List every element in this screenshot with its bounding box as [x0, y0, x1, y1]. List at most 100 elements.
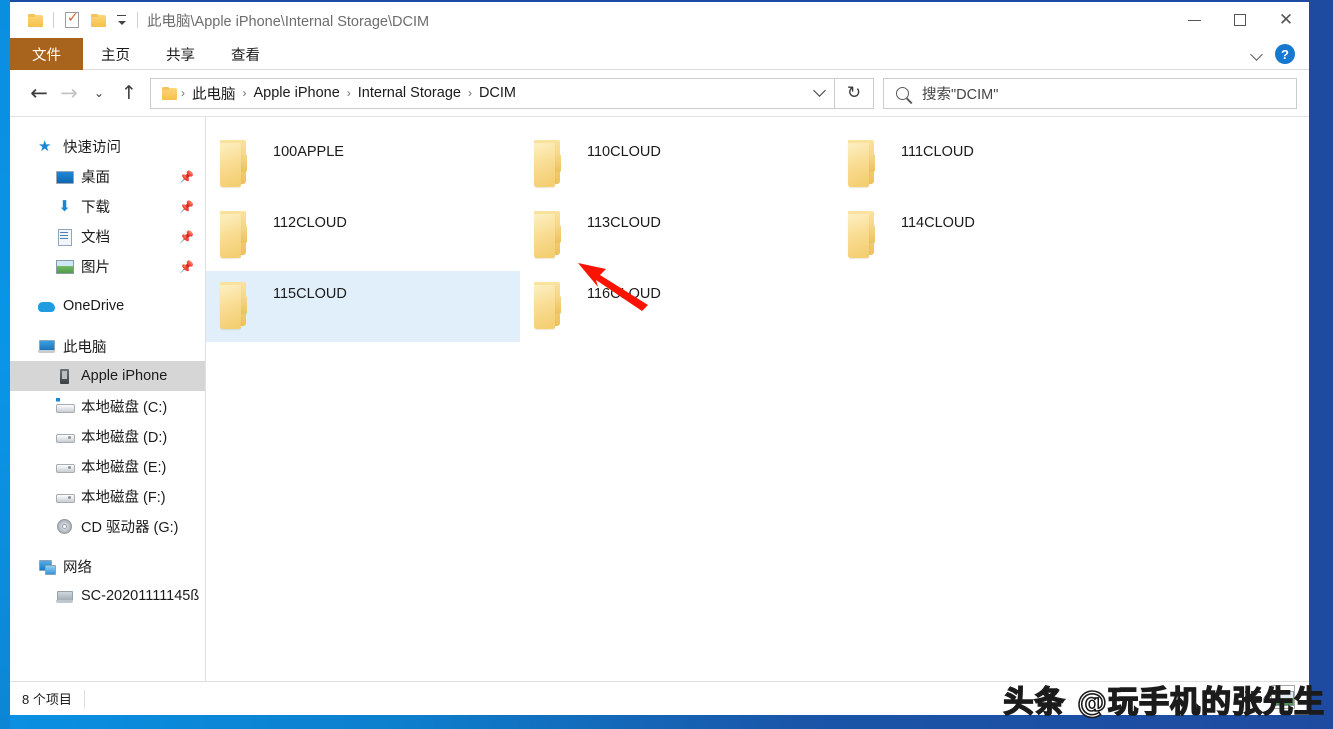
folder-icon [159, 78, 179, 108]
folder-icon [215, 137, 251, 189]
folder-item-113cloud[interactable]: 113CLOUD [520, 200, 834, 271]
folder-row: 115CLOUD 116CLOUD [206, 271, 1309, 342]
breadcrumb-item-internal-storage[interactable]: Internal Storage [353, 85, 466, 101]
sidebar-item-local-disk-f[interactable]: 本地磁盘 (F:) [10, 481, 205, 511]
desktop-right-edge [1309, 0, 1333, 729]
pin-icon[interactable]: 📌 [179, 260, 194, 274]
breadcrumb-separator: › [181, 86, 185, 100]
new-folder-icon[interactable] [85, 5, 111, 35]
title-bar: 此电脑\Apple iPhone\Internal Storage\DCIM ✕ [10, 2, 1309, 38]
desktop-icon [56, 168, 74, 185]
sidebar-item-label: CD 驱动器 (G:) [81, 519, 179, 536]
cd-drive-icon [56, 518, 73, 535]
help-icon[interactable]: ? [1275, 44, 1295, 64]
ribbon-tabs: 文件 主页 共享 查看 ? [10, 38, 1309, 70]
folder-icon [843, 208, 879, 260]
close-button[interactable]: ✕ [1263, 2, 1309, 38]
folder-name: 100APPLE [273, 144, 344, 160]
back-button[interactable]: ← [24, 78, 54, 108]
this-pc-icon [38, 338, 55, 355]
folder-item-116cloud[interactable]: 116CLOUD [520, 271, 834, 342]
file-list-pane[interactable]: 100APPLE 110CLOUD 111CLOUD 112CLOUD 113C… [206, 117, 1309, 681]
pictures-icon [56, 258, 74, 275]
desktop-left-edge [0, 0, 10, 729]
folder-icon[interactable] [22, 5, 48, 35]
folder-name: 112CLOUD [273, 215, 347, 231]
folder-name: 116CLOUD [587, 286, 661, 302]
navigation-pane: ★ 快速访问 桌面 📌 ⬇ 下载 📌 文档 📌 图片 📌 OneDrive 此电… [10, 117, 206, 681]
folder-item-110cloud[interactable]: 110CLOUD [520, 129, 834, 200]
sidebar-item-label: 文档 [81, 229, 110, 246]
folder-icon [529, 279, 565, 331]
download-icon: ⬇ [58, 197, 71, 215]
sidebar-item-label: OneDrive [63, 298, 125, 314]
sidebar-item-local-disk-e[interactable]: 本地磁盘 (E:) [10, 451, 205, 481]
folder-item-100apple[interactable]: 100APPLE [206, 129, 520, 200]
search-box[interactable]: 搜索"DCIM" [883, 77, 1297, 109]
up-button[interactable]: ↑ [114, 78, 144, 108]
divider [137, 12, 138, 28]
sidebar-item-label: 本地磁盘 (C:) [81, 399, 168, 416]
tab-file[interactable]: 文件 [10, 38, 83, 70]
network-icon [38, 558, 56, 575]
ribbon-right-controls: ? [1252, 38, 1301, 70]
folder-icon [529, 137, 565, 189]
sidebar-item-cd-drive-g[interactable]: CD 驱动器 (G:) [10, 511, 205, 541]
folder-name: 115CLOUD [273, 286, 347, 302]
sidebar-item-downloads[interactable]: ⬇ 下载 📌 [10, 191, 205, 221]
tab-home[interactable]: 主页 [83, 38, 148, 70]
minimize-button[interactable] [1171, 2, 1217, 38]
folder-item-111cloud[interactable]: 111CLOUD [834, 129, 1148, 200]
quick-access-toolbar: 此电脑\Apple iPhone\Internal Storage\DCIM [10, 5, 429, 35]
properties-checkbox-icon[interactable] [59, 5, 85, 35]
forward-button[interactable]: → [54, 78, 84, 108]
folder-icon [215, 279, 251, 331]
sidebar-item-local-disk-c[interactable]: 本地磁盘 (C:) [10, 391, 205, 421]
folder-icon [529, 208, 565, 260]
search-input[interactable]: 搜索"DCIM" [922, 83, 998, 104]
maximize-button[interactable] [1217, 2, 1263, 38]
breadcrumb-item-dcim[interactable]: DCIM [474, 85, 521, 101]
sidebar-item-label: 快速访问 [63, 139, 121, 156]
sidebar-item-local-disk-d[interactable]: 本地磁盘 (D:) [10, 421, 205, 451]
sidebar-item-apple-iphone[interactable]: Apple iPhone [10, 361, 205, 391]
phone-icon [56, 368, 73, 385]
sidebar-item-network[interactable]: 网络 [10, 551, 205, 581]
sidebar-item-label: 本地磁盘 (E:) [81, 459, 167, 476]
sidebar-item-label: 本地磁盘 (D:) [81, 429, 168, 446]
sidebar-item-quick-access[interactable]: ★ 快速访问 [10, 131, 205, 161]
sidebar-item-pictures[interactable]: 图片 📌 [10, 251, 205, 281]
window-title: 此电脑\Apple iPhone\Internal Storage\DCIM [147, 13, 430, 30]
sidebar-item-onedrive[interactable]: OneDrive [10, 291, 205, 321]
breadcrumb-item-apple-iphone[interactable]: Apple iPhone [249, 85, 345, 101]
breadcrumb-separator: › [242, 86, 247, 100]
folder-item-115cloud[interactable]: 115CLOUD [206, 271, 520, 342]
sidebar-item-label: 本地磁盘 (F:) [81, 489, 166, 506]
divider [53, 12, 54, 28]
sidebar-item-this-pc[interactable]: 此电脑 [10, 331, 205, 361]
chevron-down-icon[interactable] [1252, 49, 1263, 60]
back-arrow-icon: ← [30, 80, 48, 105]
star-icon: ★ [38, 137, 52, 155]
folder-item-114cloud[interactable]: 114CLOUD [834, 200, 1148, 271]
pin-icon[interactable]: 📌 [179, 230, 194, 244]
sidebar-item-label: 此电脑 [63, 339, 107, 356]
customize-qat-icon[interactable] [111, 15, 132, 25]
tab-share[interactable]: 共享 [148, 38, 213, 70]
breadcrumb-item-this-pc[interactable]: 此电脑 [187, 83, 241, 104]
address-bar[interactable]: › 此电脑 › Apple iPhone › Internal Storage … [150, 77, 835, 109]
divider [83, 689, 85, 708]
pin-icon[interactable]: 📌 [179, 200, 194, 214]
sidebar-item-desktop[interactable]: 桌面 📌 [10, 161, 205, 191]
address-bar-row: ← → ⌄ ↑ › 此电脑 › Apple iPhone › Internal … [10, 70, 1309, 116]
recent-locations-button[interactable]: ⌄ [84, 78, 114, 108]
folder-item-112cloud[interactable]: 112CLOUD [206, 200, 520, 271]
sidebar-item-network-pc[interactable]: SC-20201111145ß [10, 581, 205, 611]
folder-name: 114CLOUD [901, 215, 975, 231]
tab-view[interactable]: 查看 [213, 38, 278, 70]
pin-icon[interactable]: 📌 [179, 170, 194, 184]
sidebar-item-documents[interactable]: 文档 📌 [10, 221, 205, 251]
system-drive-icon [56, 398, 75, 415]
refresh-button[interactable]: ↻ [835, 77, 874, 109]
address-dropdown-icon[interactable] [815, 88, 824, 95]
